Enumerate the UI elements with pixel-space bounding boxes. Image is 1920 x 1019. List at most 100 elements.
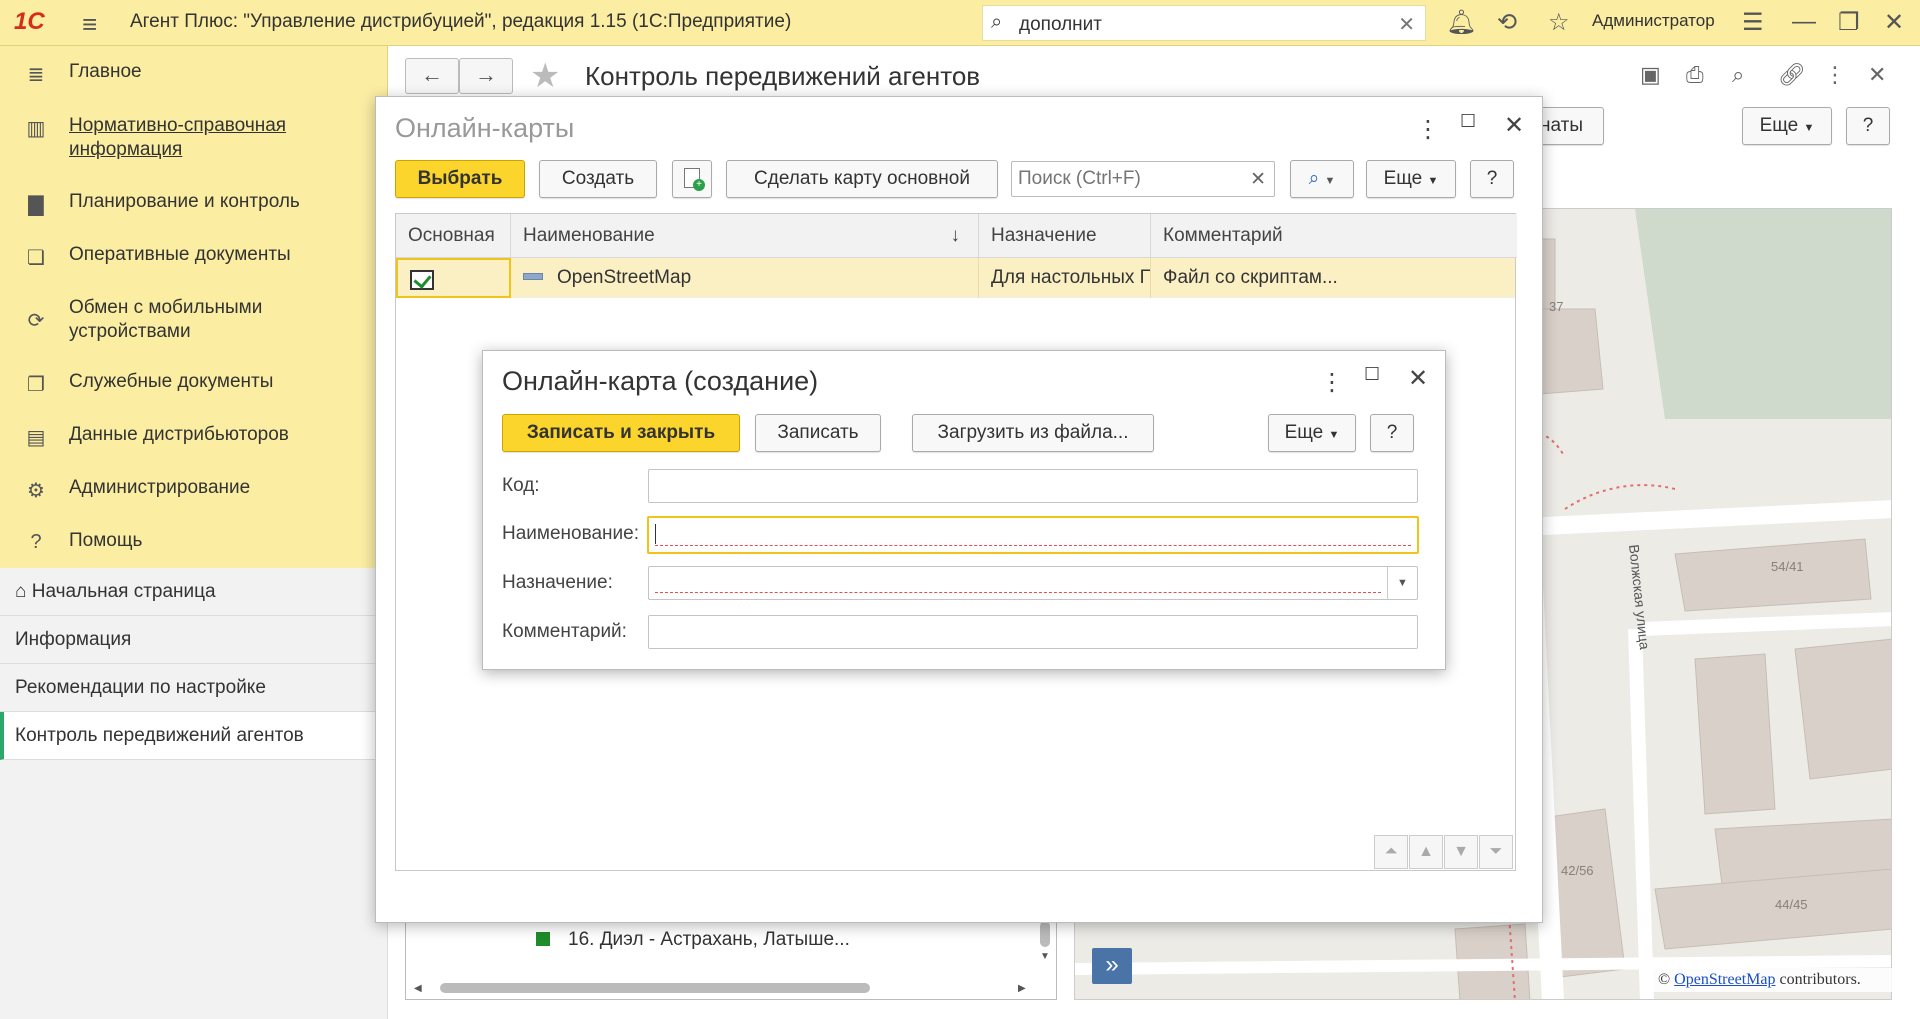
create-button[interactable]: Создать (539, 160, 657, 198)
history-icon[interactable]: ⟲ (1497, 8, 1517, 37)
main-menu-icon[interactable]: ≡ (82, 9, 97, 40)
table-row[interactable]: OpenStreetMap Для настольных ПК Файл со … (396, 258, 1515, 298)
agent-color-marker (536, 932, 550, 946)
column-header-default[interactable]: Основная (396, 214, 511, 258)
preview-icon[interactable]: ⌕ (1732, 62, 1744, 88)
close-form-icon[interactable]: ✕ (1868, 62, 1886, 88)
bar-chart-icon: ▇ (28, 194, 44, 216)
map-park-area (1635, 209, 1891, 419)
forward-button[interactable]: → (459, 58, 513, 94)
sidebar-item-label: Обмен с мобильными устройствами (69, 297, 263, 342)
save-button[interactable]: Записать (755, 414, 881, 452)
favorite-star-icon[interactable]: ★ (530, 56, 560, 96)
chevron-down-icon: ▼ (1324, 175, 1336, 187)
name-field[interactable] (647, 516, 1419, 554)
minimize-icon[interactable]: — (1792, 8, 1816, 36)
add-green-icon: + (693, 179, 705, 191)
more-button[interactable]: Еще ▼ (1268, 414, 1356, 452)
list-item[interactable]: 16. Диэл - Астрахань, Латыше... (536, 929, 850, 951)
scroll-up-icon[interactable]: ▲ (1409, 835, 1443, 869)
map-item-icon (523, 273, 543, 280)
window-title: Онлайн-карты (395, 113, 575, 143)
map-street (1642, 612, 1891, 636)
vertical-scrollbar[interactable] (1040, 921, 1050, 947)
scroll-bottom-icon[interactable]: ⏷ (1479, 835, 1513, 869)
star-icon[interactable]: ☆ (1548, 8, 1570, 37)
print-icon[interactable]: ⎙ (1686, 62, 1704, 88)
back-button[interactable]: ← (405, 58, 459, 94)
maximize-icon[interactable]: ☐ (1460, 111, 1476, 132)
copy-button[interactable]: + (672, 160, 712, 198)
horizontal-scrollbar[interactable] (440, 983, 870, 993)
close-app-icon[interactable]: ✕ (1884, 8, 1904, 37)
osm-attribution: © OpenStreetMap contributors. (1652, 968, 1892, 992)
column-header-comment[interactable]: Комментарий (1151, 214, 1517, 258)
scroll-down-icon[interactable]: ▼ (1040, 951, 1050, 962)
scroll-top-icon[interactable]: ⏶ (1374, 835, 1408, 869)
load-from-file-button[interactable]: Загрузить из файла... (912, 414, 1154, 452)
purpose-cell: Для настольных ПК (979, 258, 1151, 298)
code-field[interactable] (648, 469, 1418, 503)
scroll-right-icon[interactable]: ▶ (1018, 983, 1026, 994)
sidebar-item-label: Администрирование (69, 477, 251, 498)
column-header-name[interactable]: Наименование ↓ (511, 214, 979, 258)
comment-field[interactable] (648, 615, 1418, 649)
more-button[interactable]: Еще ▼ (1366, 160, 1456, 198)
map-building (1794, 638, 1891, 780)
settings-lines-icon[interactable]: ☰ (1742, 8, 1764, 37)
column-header-purpose[interactable]: Назначение (979, 214, 1151, 258)
select-button[interactable]: Выбрать (395, 160, 525, 198)
logo-1c: 1С (14, 8, 45, 35)
gear-icon: ⚙ (27, 480, 45, 502)
map-street (1628, 628, 1654, 999)
sidebar-item-label: Данные дистрибьюторов (69, 424, 289, 445)
more-actions-icon[interactable]: ⋮ (1824, 62, 1846, 88)
nav-item-label: Контроль передвижений агентов (15, 725, 304, 746)
link-icon[interactable]: 🔗︎ (1778, 62, 1806, 88)
copyright-sign: © (1658, 971, 1671, 988)
chevron-down-icon[interactable]: ▼ (1387, 567, 1417, 599)
main-help-button[interactable]: ? (1846, 107, 1890, 145)
nav-item-home[interactable]: ⌂ Начальная страница (0, 568, 388, 616)
global-search-input[interactable]: ⌕ дополнит ✕ (982, 5, 1426, 41)
search-icon: ⌕ (991, 11, 1003, 33)
scroll-down-icon[interactable]: ▼ (1444, 835, 1478, 869)
required-underline (655, 592, 1381, 593)
make-default-button[interactable]: Сделать карту основной (726, 160, 998, 198)
restore-icon[interactable]: ❐ (1838, 8, 1860, 37)
user-name[interactable]: Администратор (1592, 11, 1715, 31)
bell-icon[interactable]: 🔔︎ (1446, 8, 1476, 37)
osm-link[interactable]: OpenStreetMap (1674, 971, 1775, 988)
dialog-menu-icon[interactable]: ⋮ (1320, 368, 1344, 397)
search-clear-icon[interactable]: ✕ (1250, 168, 1266, 191)
search-clear-icon[interactable]: ✕ (1398, 12, 1415, 37)
more-label: Еще (1759, 115, 1799, 136)
nav-item-recommendations[interactable]: Рекомендации по настройке (0, 664, 388, 712)
reference-books-icon: ▥ (26, 118, 46, 140)
help-button[interactable]: ? (1370, 414, 1414, 452)
maximize-icon[interactable]: ☐ (1364, 364, 1380, 385)
map-label: 44/45 (1775, 897, 1808, 912)
save-icon[interactable]: ▣ (1640, 62, 1661, 88)
form-title: Контроль передвижений агентов (585, 61, 981, 91)
close-icon[interactable]: ✕ (1504, 111, 1524, 140)
help-button[interactable]: ? (1470, 160, 1514, 198)
default-cell[interactable] (396, 258, 511, 298)
purpose-select[interactable]: ▼ (648, 566, 1418, 600)
nav-item-agent-movement[interactable]: Контроль передвижений агентов (0, 712, 388, 760)
close-icon[interactable]: ✕ (1408, 364, 1428, 393)
search-field[interactable] (1012, 162, 1244, 196)
scroll-left-icon[interactable]: ◀ (414, 983, 422, 994)
map-expand-button[interactable]: » (1092, 948, 1132, 984)
search-input[interactable]: ✕ (1011, 161, 1275, 197)
save-and-close-button[interactable]: Записать и закрыть (502, 414, 740, 452)
documents-icon: ❏ (27, 247, 45, 269)
nav-item-information[interactable]: Информация (0, 616, 388, 664)
default-checkbox[interactable] (410, 270, 434, 290)
window-menu-icon[interactable]: ⋮ (1416, 115, 1440, 144)
sidebar-item-label: Служебные документы (69, 371, 274, 392)
main-more-button[interactable]: Еще ▼ (1742, 107, 1832, 145)
nav-item-label: Начальная страница (31, 581, 216, 602)
agent-row-label: 16. Диэл - Астрахань, Латыше... (568, 929, 850, 950)
search-options-button[interactable]: ⌕ ▼ (1290, 160, 1354, 198)
